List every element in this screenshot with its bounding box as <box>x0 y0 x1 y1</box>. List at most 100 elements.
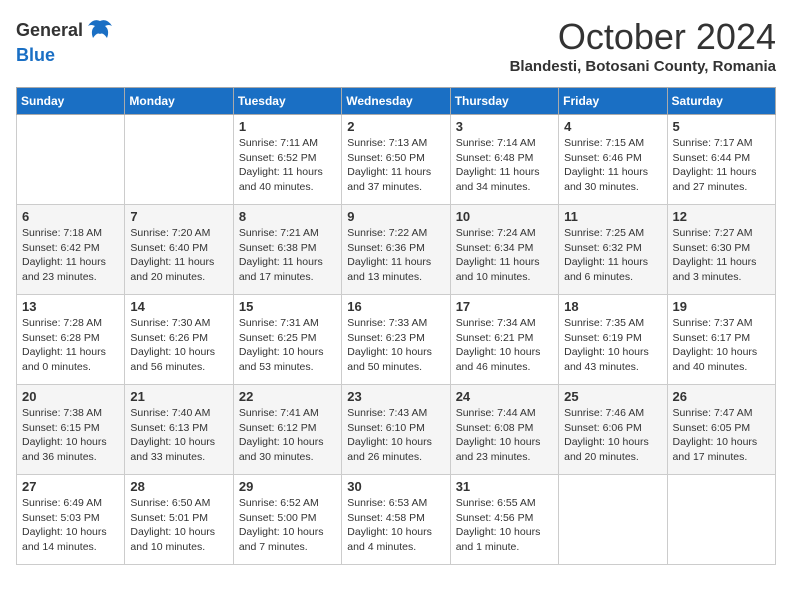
day-number: 6 <box>22 209 119 224</box>
cell-content: Sunrise: 7:34 AM Sunset: 6:21 PM Dayligh… <box>456 316 553 375</box>
calendar-day-header: Friday <box>559 88 667 115</box>
day-number: 10 <box>456 209 553 224</box>
calendar-week-row: 20 Sunrise: 7:38 AM Sunset: 6:15 PM Dayli… <box>17 385 776 475</box>
cell-content: Sunrise: 7:33 AM Sunset: 6:23 PM Dayligh… <box>347 316 444 375</box>
calendar-week-row: 27 Sunrise: 6:49 AM Sunset: 5:03 PM Dayli… <box>17 475 776 565</box>
cell-content: Sunrise: 7:40 AM Sunset: 6:13 PM Dayligh… <box>130 406 227 465</box>
day-number: 15 <box>239 299 336 314</box>
calendar-cell: 31Sunrise: 6:55 AM Sunset: 4:56 PM Dayli… <box>450 475 558 565</box>
logo-general: General <box>16 21 83 41</box>
calendar-cell: 13Sunrise: 7:28 AM Sunset: 6:28 PM Dayli… <box>17 295 125 385</box>
calendar-week-row: 6 Sunrise: 7:18 AM Sunset: 6:42 PM Daylig… <box>17 205 776 295</box>
cell-content: Sunrise: 7:22 AM Sunset: 6:36 PM Dayligh… <box>347 226 444 285</box>
day-number: 11 <box>564 209 661 224</box>
calendar-week-row: 1 Sunrise: 7:11 AM Sunset: 6:52 PM Daylig… <box>17 115 776 205</box>
calendar-cell: 3Sunrise: 7:14 AM Sunset: 6:48 PM Daylig… <box>450 115 558 205</box>
calendar-cell <box>667 475 775 565</box>
day-number: 27 <box>22 479 119 494</box>
cell-content: Sunrise: 7:44 AM Sunset: 6:08 PM Dayligh… <box>456 406 553 465</box>
logo-blue: Blue <box>16 45 55 65</box>
calendar-cell <box>17 115 125 205</box>
calendar-cell: 17Sunrise: 7:34 AM Sunset: 6:21 PM Dayli… <box>450 295 558 385</box>
calendar-cell: 21 Sunrise: 7:40 AM Sunset: 6:13 PM Dayli… <box>125 385 233 475</box>
cell-content: Sunrise: 7:20 AM Sunset: 6:40 PM Dayligh… <box>130 226 227 285</box>
day-number: 3 <box>456 119 553 134</box>
calendar-cell: 10 Sunrise: 7:24 AM Sunset: 6:34 PM Dayli… <box>450 205 558 295</box>
cell-content: Sunrise: 6:55 AM Sunset: 4:56 PM Dayligh… <box>456 496 553 555</box>
day-number: 1 <box>239 119 336 134</box>
cell-content: Sunrise: 7:11 AM Sunset: 6:52 PM Dayligh… <box>239 136 336 195</box>
calendar-cell <box>125 115 233 205</box>
calendar-cell: 15 Sunrise: 7:31 AM Sunset: 6:25 PM Dayli… <box>233 295 341 385</box>
day-number: 12 <box>673 209 770 224</box>
day-number: 8 <box>239 209 336 224</box>
cell-content: Sunrise: 7:28 AM Sunset: 6:28 PM Dayligh… <box>22 316 119 375</box>
calendar-cell: 7 Sunrise: 7:20 AM Sunset: 6:40 PM Daylig… <box>125 205 233 295</box>
month-title: October 2024 <box>510 16 776 58</box>
cell-content: Sunrise: 7:43 AM Sunset: 6:10 PM Dayligh… <box>347 406 444 465</box>
day-number: 14 <box>130 299 227 314</box>
cell-content: Sunrise: 6:49 AM Sunset: 5:03 PM Dayligh… <box>22 496 119 555</box>
calendar-cell: 25 Sunrise: 7:46 AM Sunset: 6:06 PM Dayli… <box>559 385 667 475</box>
calendar-day-header: Tuesday <box>233 88 341 115</box>
calendar-cell: 30 Sunrise: 6:53 AM Sunset: 4:58 PM Dayli… <box>342 475 450 565</box>
day-number: 9 <box>347 209 444 224</box>
day-number: 7 <box>130 209 227 224</box>
cell-content: Sunrise: 6:53 AM Sunset: 4:58 PM Dayligh… <box>347 496 444 555</box>
cell-content: Sunrise: 7:24 AM Sunset: 6:34 PM Dayligh… <box>456 226 553 285</box>
calendar-cell: 12 Sunrise: 7:27 AM Sunset: 6:30 PM Dayli… <box>667 205 775 295</box>
cell-content: Sunrise: 7:25 AM Sunset: 6:32 PM Dayligh… <box>564 226 661 285</box>
calendar-day-header: Monday <box>125 88 233 115</box>
day-number: 22 <box>239 389 336 404</box>
cell-content: Sunrise: 7:38 AM Sunset: 6:15 PM Dayligh… <box>22 406 119 465</box>
cell-content: Sunrise: 7:18 AM Sunset: 6:42 PM Dayligh… <box>22 226 119 285</box>
title-block: October 2024 Blandesti, Botosani County,… <box>510 16 776 75</box>
subtitle: Blandesti, Botosani County, Romania <box>510 58 776 75</box>
cell-content: Sunrise: 7:46 AM Sunset: 6:06 PM Dayligh… <box>564 406 661 465</box>
day-number: 5 <box>673 119 770 134</box>
calendar-cell: 23 Sunrise: 7:43 AM Sunset: 6:10 PM Dayli… <box>342 385 450 475</box>
calendar-cell: 2Sunrise: 7:13 AM Sunset: 6:50 PM Daylig… <box>342 115 450 205</box>
day-number: 19 <box>673 299 770 314</box>
calendar: SundayMondayTuesdayWednesdayThursdayFrid… <box>16 87 776 565</box>
calendar-cell: 8Sunrise: 7:21 AM Sunset: 6:38 PM Daylig… <box>233 205 341 295</box>
cell-content: Sunrise: 7:37 AM Sunset: 6:17 PM Dayligh… <box>673 316 770 375</box>
calendar-cell: 27 Sunrise: 6:49 AM Sunset: 5:03 PM Dayli… <box>17 475 125 565</box>
calendar-cell: 26Sunrise: 7:47 AM Sunset: 6:05 PM Dayli… <box>667 385 775 475</box>
cell-content: Sunrise: 7:47 AM Sunset: 6:05 PM Dayligh… <box>673 406 770 465</box>
cell-content: Sunrise: 6:52 AM Sunset: 5:00 PM Dayligh… <box>239 496 336 555</box>
calendar-cell: 16 Sunrise: 7:33 AM Sunset: 6:23 PM Dayli… <box>342 295 450 385</box>
calendar-cell <box>559 475 667 565</box>
cell-content: Sunrise: 7:15 AM Sunset: 6:46 PM Dayligh… <box>564 136 661 195</box>
day-number: 4 <box>564 119 661 134</box>
calendar-cell: 1 Sunrise: 7:11 AM Sunset: 6:52 PM Daylig… <box>233 115 341 205</box>
calendar-cell: 22Sunrise: 7:41 AM Sunset: 6:12 PM Dayli… <box>233 385 341 475</box>
day-number: 28 <box>130 479 227 494</box>
calendar-cell: 29 Sunrise: 6:52 AM Sunset: 5:00 PM Dayli… <box>233 475 341 565</box>
day-number: 16 <box>347 299 444 314</box>
calendar-cell: 18 Sunrise: 7:35 AM Sunset: 6:19 PM Dayli… <box>559 295 667 385</box>
logo-icon <box>85 16 115 46</box>
calendar-cell: 19 Sunrise: 7:37 AM Sunset: 6:17 PM Dayli… <box>667 295 775 385</box>
calendar-day-header: Saturday <box>667 88 775 115</box>
cell-content: Sunrise: 7:27 AM Sunset: 6:30 PM Dayligh… <box>673 226 770 285</box>
day-number: 24 <box>456 389 553 404</box>
day-number: 21 <box>130 389 227 404</box>
day-number: 25 <box>564 389 661 404</box>
cell-content: Sunrise: 7:31 AM Sunset: 6:25 PM Dayligh… <box>239 316 336 375</box>
calendar-cell: 5Sunrise: 7:17 AM Sunset: 6:44 PM Daylig… <box>667 115 775 205</box>
cell-content: Sunrise: 7:35 AM Sunset: 6:19 PM Dayligh… <box>564 316 661 375</box>
logo: General Blue <box>16 16 115 66</box>
day-number: 30 <box>347 479 444 494</box>
calendar-day-header: Sunday <box>17 88 125 115</box>
calendar-cell: 14Sunrise: 7:30 AM Sunset: 6:26 PM Dayli… <box>125 295 233 385</box>
day-number: 18 <box>564 299 661 314</box>
calendar-cell: 9 Sunrise: 7:22 AM Sunset: 6:36 PM Daylig… <box>342 205 450 295</box>
calendar-header-row: SundayMondayTuesdayWednesdayThursdayFrid… <box>17 88 776 115</box>
day-number: 29 <box>239 479 336 494</box>
calendar-cell: 24 Sunrise: 7:44 AM Sunset: 6:08 PM Dayli… <box>450 385 558 475</box>
day-number: 20 <box>22 389 119 404</box>
calendar-day-header: Wednesday <box>342 88 450 115</box>
calendar-cell: 4 Sunrise: 7:15 AM Sunset: 6:46 PM Daylig… <box>559 115 667 205</box>
day-number: 23 <box>347 389 444 404</box>
